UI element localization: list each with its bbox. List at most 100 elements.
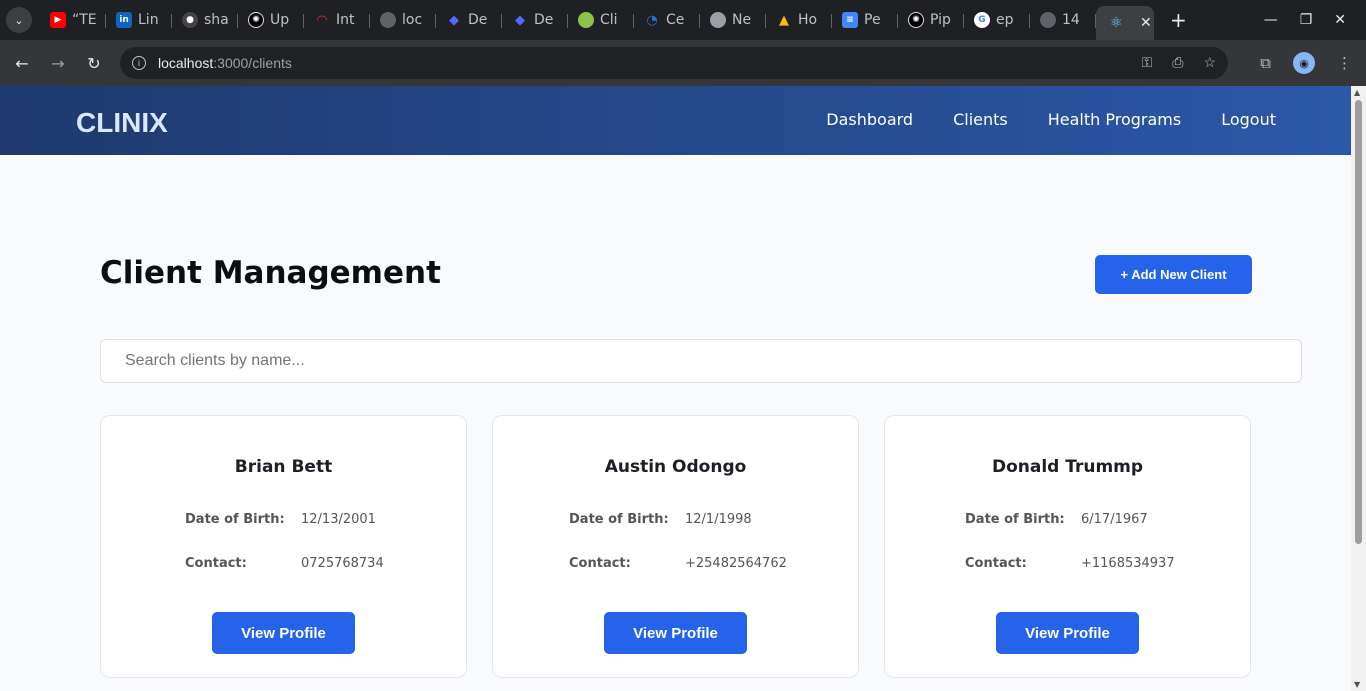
client-name: Austin Odongo (604, 457, 747, 477)
browser-tab[interactable]: Cli (568, 5, 634, 35)
youtube-icon: ▶ (50, 12, 66, 28)
star-bookmark-icon[interactable]: ☆ (1203, 54, 1216, 71)
globe-icon (380, 12, 396, 28)
nav-link-logout[interactable]: Logout (1221, 110, 1276, 129)
browser-tab[interactable]: 14 (1030, 5, 1096, 35)
client-card-list: Brian Bett Date of Birth: 12/13/2001 Cont… (100, 415, 1251, 678)
client-card: Donald Trummp Date of Birth: 6/17/1967 Co… (884, 415, 1251, 678)
browser-tab[interactable]: Gep (964, 5, 1030, 35)
tab-title: Ho (798, 12, 818, 28)
key-icon[interactable]: ⚿ (1142, 54, 1153, 71)
contact-value: +25482564762 (685, 556, 787, 571)
forward-arrow-icon[interactable]: → (40, 54, 76, 73)
browser-tab[interactable]: ▶ “TE (40, 5, 106, 35)
tab-list: ▶ “TE in Lin ● sha ✺ Up ◠ Int loc ◆ De ◆ De Cli… (40, 0, 1187, 40)
browser-tab[interactable]: loc (370, 5, 436, 35)
browser-tab[interactable]: ◆ De (502, 5, 568, 35)
search-input[interactable] (100, 339, 1302, 383)
minimize-icon[interactable]: — (1264, 12, 1278, 28)
client-card: Brian Bett Date of Birth: 12/13/2001 Cont… (100, 415, 467, 678)
dob-row: Date of Birth: 12/13/2001 (185, 512, 376, 527)
browser-tab[interactable]: Ne (700, 5, 766, 35)
tab-title: Pip (930, 12, 951, 28)
tab-title: Lin (138, 12, 159, 28)
dob-value: 6/17/1967 (1081, 512, 1148, 527)
add-new-client-button[interactable]: + Add New Client (1095, 255, 1252, 294)
install-app-icon[interactable]: ⎙ (1172, 54, 1183, 71)
dob-label: Date of Birth: (965, 512, 1065, 527)
extensions-puzzle-icon[interactable]: ⧉ (1260, 54, 1271, 72)
url-host: localhost (158, 55, 214, 71)
browser-tab[interactable]: ◆ De (436, 5, 502, 35)
page-title: Client Management (100, 255, 441, 291)
tab-search-chevron-icon[interactable]: ⌄ (6, 7, 32, 33)
scroll-down-arrow-icon[interactable]: ▼ (1354, 680, 1360, 689)
tab-title: loc (402, 12, 423, 28)
window-controls: — ❐ ✕ (1264, 0, 1366, 40)
browser-tab[interactable]: ◠ Int (304, 5, 370, 35)
view-profile-button[interactable]: View Profile (996, 612, 1139, 654)
url-path: :3000/clients (213, 55, 292, 71)
browser-tab[interactable]: ● sha (172, 5, 238, 35)
browser-tab[interactable]: in Lin (106, 5, 172, 35)
tab-title: Up (270, 12, 290, 28)
contact-row: Contact: +1168534937 (965, 556, 1175, 571)
page-viewport: CLINIX Dashboard Clients Health Programs… (0, 86, 1351, 691)
chrome-icon (710, 12, 726, 28)
dob-label: Date of Birth: (569, 512, 669, 527)
browser-tab[interactable]: ◔ Ce (634, 5, 700, 35)
react-icon: ⚛ (1109, 15, 1123, 31)
maximize-icon[interactable]: ❐ (1300, 12, 1313, 28)
tab-title: De (468, 12, 488, 28)
close-tab-icon[interactable]: ✕ (1140, 15, 1152, 31)
brand-logo[interactable]: CLINIX (76, 107, 168, 139)
contact-label: Contact: (185, 556, 247, 571)
browser-tab[interactable]: ✺ Up (238, 5, 304, 35)
contact-row: Contact: 0725768734 (185, 556, 384, 571)
view-profile-button[interactable]: View Profile (212, 612, 355, 654)
nav-link-health-programs[interactable]: Health Programs (1048, 110, 1181, 129)
nav-link-clients[interactable]: Clients (953, 110, 1008, 129)
github-icon: ● (182, 12, 198, 28)
dob-value: 12/13/2001 (301, 512, 376, 527)
tab-title: 14 (1062, 12, 1080, 28)
browser-tab-active[interactable]: ⚛ ✕ (1096, 6, 1154, 40)
browser-tab[interactable]: ✺ Pip (898, 5, 964, 35)
tab-title: Int (336, 12, 355, 28)
view-profile-button[interactable]: View Profile (604, 612, 747, 654)
dob-row: Date of Birth: 12/1/1998 (569, 512, 752, 527)
back-arrow-icon[interactable]: ← (4, 54, 40, 73)
deepseek-icon: ◆ (449, 12, 459, 28)
new-tab-plus-icon[interactable]: + (1170, 8, 1187, 32)
drive-icon: ▲ (779, 12, 789, 28)
more-menu-icon[interactable]: ⋮ (1337, 54, 1352, 72)
nav-links: Dashboard Clients Health Programs Logout (826, 110, 1276, 129)
tab-title: Ne (732, 12, 752, 28)
browser-tab[interactable]: ▲ Ho (766, 5, 832, 35)
reload-icon[interactable]: ↻ (76, 54, 112, 73)
scrollbar-thumb[interactable] (1355, 100, 1362, 544)
site-info-icon[interactable]: i (132, 56, 146, 70)
contact-value: +1168534937 (1081, 556, 1175, 571)
tab-title: Ce (666, 12, 685, 28)
app-navbar: CLINIX Dashboard Clients Health Programs… (0, 86, 1351, 155)
omnibox-actions: ⚿ ⎙ ☆ (1142, 54, 1216, 71)
scroll-up-arrow-icon[interactable]: ▲ (1354, 88, 1360, 97)
browser-tab[interactable]: ≡ Pe (832, 5, 898, 35)
globe-icon (1040, 12, 1056, 28)
globe-green-icon (578, 12, 594, 28)
close-window-icon[interactable]: ✕ (1334, 12, 1346, 28)
client-name: Donald Trummp (991, 457, 1144, 477)
linkedin-icon: in (116, 12, 132, 28)
dob-row: Date of Birth: 6/17/1967 (965, 512, 1148, 527)
google-icon: G (974, 12, 990, 28)
tab-title: Cli (600, 12, 618, 28)
address-bar[interactable]: i localhost:3000/clients ⚿ ⎙ ☆ (120, 47, 1228, 79)
page-scrollbar[interactable]: ▲ ▼ (1351, 86, 1366, 691)
browser-tab-strip: ⌄ ▶ “TE in Lin ● sha ✺ Up ◠ Int loc ◆ De ◆ De C… (0, 0, 1366, 40)
profile-avatar-icon[interactable]: ◉ (1293, 52, 1315, 74)
tab-title: sha (204, 12, 229, 28)
nav-link-dashboard[interactable]: Dashboard (826, 110, 913, 129)
client-card: Austin Odongo Date of Birth: 12/1/1998 Co… (492, 415, 859, 678)
contact-label: Contact: (965, 556, 1027, 571)
